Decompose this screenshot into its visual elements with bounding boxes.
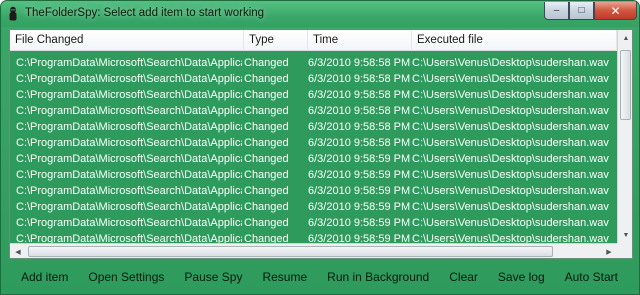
minimize-button[interactable]: – (544, 2, 569, 20)
cell-executed-file: C:\Users\Venus\Desktop\sudershan.wav (412, 153, 609, 165)
cell-time: 6/3/2010 9:58:58 PM (308, 105, 410, 117)
cell-type: Changed (244, 201, 289, 213)
cell-type: Changed (244, 153, 289, 165)
horizontal-scrollbar[interactable]: ◀ ▶ (10, 243, 617, 258)
column-header-file-changed[interactable]: File Changed (10, 30, 244, 51)
scroll-right-icon[interactable]: ▶ (601, 244, 617, 258)
auto-start-button[interactable]: Auto Start (561, 268, 622, 286)
cell-time: 6/3/2010 9:58:59 PM (308, 153, 410, 165)
cell-file-changed: C:\ProgramData\Microsoft\Search\Data\App… (16, 153, 242, 165)
spy-app-icon (9, 6, 17, 21)
cell-time: 6/3/2010 9:58:58 PM (308, 89, 410, 101)
table-row[interactable]: C:\ProgramData\Microsoft\Search\Data\App… (10, 215, 617, 231)
horizontal-scroll-thumb[interactable] (28, 246, 553, 257)
table-row[interactable]: C:\ProgramData\Microsoft\Search\Data\App… (10, 199, 617, 215)
cell-executed-file: C:\Users\Venus\Desktop\sudershan.wav (412, 73, 609, 85)
cell-type: Changed (244, 137, 289, 149)
table-row[interactable]: C:\ProgramData\Microsoft\Search\Data\App… (10, 55, 617, 71)
maximize-button[interactable]: □ (569, 2, 594, 20)
cell-type: Changed (244, 89, 289, 101)
cell-file-changed: C:\ProgramData\Microsoft\Search\Data\App… (16, 73, 242, 85)
add-item-button[interactable]: Add item (17, 268, 72, 286)
cell-time: 6/3/2010 9:58:59 PM (308, 169, 410, 181)
column-header-time[interactable]: Time (308, 30, 412, 51)
cell-time: 6/3/2010 9:58:58 PM (308, 73, 410, 85)
list-header: File Changed Type Time Executed file (10, 30, 617, 51)
scroll-up-icon[interactable]: ▲ (618, 30, 632, 46)
app-window: TheFolderSpy: Select add item to start w… (0, 0, 640, 295)
resume-button[interactable]: Resume (258, 268, 311, 286)
run-in-background-button[interactable]: Run in Background (323, 268, 433, 286)
cell-time: 6/3/2010 9:58:58 PM (308, 57, 410, 69)
scroll-down-icon[interactable]: ▼ (618, 227, 632, 243)
window-title: TheFolderSpy: Select add item to start w… (25, 7, 265, 19)
caption-buttons: – □ ✕ (544, 2, 637, 21)
changes-list[interactable]: File Changed Type Time Executed file C:\… (9, 29, 633, 259)
cell-file-changed: C:\ProgramData\Microsoft\Search\Data\App… (16, 217, 242, 229)
cell-time: 6/3/2010 9:58:59 PM (308, 217, 410, 229)
cell-type: Changed (244, 217, 289, 229)
scroll-left-icon[interactable]: ◀ (10, 244, 26, 258)
cell-executed-file: C:\Users\Venus\Desktop\sudershan.wav (412, 169, 609, 181)
scrollbar-corner (617, 243, 632, 258)
cell-file-changed: C:\ProgramData\Microsoft\Search\Data\App… (16, 57, 242, 69)
pause-spy-button[interactable]: Pause Spy (180, 268, 246, 286)
vertical-scroll-thumb[interactable] (620, 50, 631, 120)
cell-type: Changed (244, 73, 289, 85)
cell-file-changed: C:\ProgramData\Microsoft\Search\Data\App… (16, 201, 242, 213)
cell-file-changed: C:\ProgramData\Microsoft\Search\Data\App… (16, 169, 242, 181)
table-row[interactable]: C:\ProgramData\Microsoft\Search\Data\App… (10, 167, 617, 183)
cell-file-changed: C:\ProgramData\Microsoft\Search\Data\App… (16, 185, 242, 197)
cell-executed-file: C:\Users\Venus\Desktop\sudershan.wav (412, 201, 609, 213)
table-row[interactable]: C:\ProgramData\Microsoft\Search\Data\App… (10, 151, 617, 167)
cell-type: Changed (244, 121, 289, 133)
cell-executed-file: C:\Users\Venus\Desktop\sudershan.wav (412, 137, 609, 149)
table-row[interactable]: C:\ProgramData\Microsoft\Search\Data\App… (10, 183, 617, 199)
clear-button[interactable]: Clear (445, 268, 482, 286)
cell-file-changed: C:\ProgramData\Microsoft\Search\Data\App… (16, 121, 242, 133)
column-header-executed-file[interactable]: Executed file (412, 30, 617, 51)
column-header-type[interactable]: Type (244, 30, 308, 51)
cell-file-changed: C:\ProgramData\Microsoft\Search\Data\App… (16, 89, 242, 101)
title-bar[interactable]: TheFolderSpy: Select add item to start w… (1, 1, 639, 27)
cell-type: Changed (244, 105, 289, 117)
open-settings-button[interactable]: Open Settings (84, 268, 168, 286)
cell-time: 6/3/2010 9:58:58 PM (308, 137, 410, 149)
cell-type: Changed (244, 169, 289, 181)
list-rows: C:\ProgramData\Microsoft\Search\Data\App… (10, 51, 617, 258)
vertical-scrollbar[interactable]: ▲ ▼ (617, 30, 632, 243)
cell-executed-file: C:\Users\Venus\Desktop\sudershan.wav (412, 89, 609, 101)
cell-time: 6/3/2010 9:58:59 PM (308, 185, 410, 197)
cell-executed-file: C:\Users\Venus\Desktop\sudershan.wav (412, 217, 609, 229)
table-row[interactable]: C:\ProgramData\Microsoft\Search\Data\App… (10, 87, 617, 103)
bottom-menu-bar: Add item Open Settings Pause Spy Resume … (1, 263, 639, 291)
save-log-button[interactable]: Save log (494, 268, 549, 286)
cell-type: Changed (244, 57, 289, 69)
cell-time: 6/3/2010 9:58:59 PM (308, 201, 410, 213)
table-row[interactable]: C:\ProgramData\Microsoft\Search\Data\App… (10, 135, 617, 151)
cell-file-changed: C:\ProgramData\Microsoft\Search\Data\App… (16, 105, 242, 117)
table-row[interactable]: C:\ProgramData\Microsoft\Search\Data\App… (10, 103, 617, 119)
table-row[interactable]: C:\ProgramData\Microsoft\Search\Data\App… (10, 71, 617, 87)
cell-executed-file: C:\Users\Venus\Desktop\sudershan.wav (412, 185, 609, 197)
table-row[interactable]: C:\ProgramData\Microsoft\Search\Data\App… (10, 119, 617, 135)
cell-file-changed: C:\ProgramData\Microsoft\Search\Data\App… (16, 137, 242, 149)
cell-executed-file: C:\Users\Venus\Desktop\sudershan.wav (412, 105, 609, 117)
cell-time: 6/3/2010 9:58:58 PM (308, 121, 410, 133)
close-button[interactable]: ✕ (594, 2, 637, 20)
cell-type: Changed (244, 185, 289, 197)
cell-executed-file: C:\Users\Venus\Desktop\sudershan.wav (412, 57, 609, 69)
cell-executed-file: C:\Users\Venus\Desktop\sudershan.wav (412, 121, 609, 133)
